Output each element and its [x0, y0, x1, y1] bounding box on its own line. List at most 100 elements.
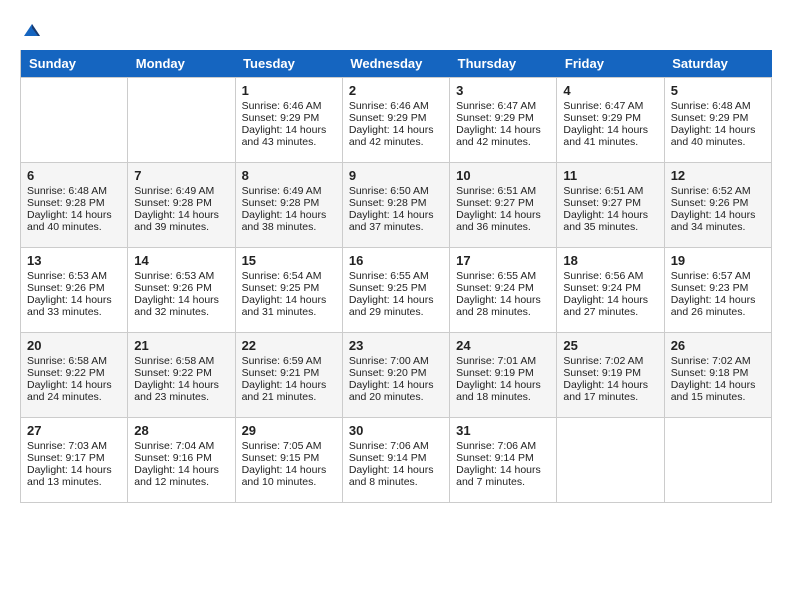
- calendar-cell: 18Sunrise: 6:56 AMSunset: 9:24 PMDayligh…: [557, 248, 664, 333]
- sunrise-text: Sunrise: 7:03 AM: [27, 440, 121, 452]
- day-number: 10: [456, 168, 550, 183]
- calendar-cell: 28Sunrise: 7:04 AMSunset: 9:16 PMDayligh…: [128, 418, 235, 503]
- sunrise-text: Sunrise: 6:47 AM: [456, 100, 550, 112]
- sunrise-text: Sunrise: 6:48 AM: [671, 100, 765, 112]
- calendar-cell: [21, 78, 128, 163]
- sunset-text: Sunset: 9:16 PM: [134, 452, 228, 464]
- daylight-text: Daylight: 14 hours and 21 minutes.: [242, 379, 336, 403]
- sunset-text: Sunset: 9:27 PM: [563, 197, 657, 209]
- sunrise-text: Sunrise: 7:01 AM: [456, 355, 550, 367]
- calendar-cell: 30Sunrise: 7:06 AMSunset: 9:14 PMDayligh…: [342, 418, 449, 503]
- column-header-tuesday: Tuesday: [235, 50, 342, 78]
- sunrise-text: Sunrise: 6:52 AM: [671, 185, 765, 197]
- day-number: 11: [563, 168, 657, 183]
- sunrise-text: Sunrise: 6:48 AM: [27, 185, 121, 197]
- calendar-cell: 27Sunrise: 7:03 AMSunset: 9:17 PMDayligh…: [21, 418, 128, 503]
- day-number: 3: [456, 83, 550, 98]
- daylight-text: Daylight: 14 hours and 35 minutes.: [563, 209, 657, 233]
- day-number: 21: [134, 338, 228, 353]
- day-number: 26: [671, 338, 765, 353]
- day-number: 6: [27, 168, 121, 183]
- daylight-text: Daylight: 14 hours and 24 minutes.: [27, 379, 121, 403]
- sunrise-text: Sunrise: 7:02 AM: [671, 355, 765, 367]
- column-header-saturday: Saturday: [664, 50, 771, 78]
- daylight-text: Daylight: 14 hours and 33 minutes.: [27, 294, 121, 318]
- sunrise-text: Sunrise: 6:55 AM: [456, 270, 550, 282]
- calendar-cell: 31 Sunrise: 7:06 AMSunset: 9:14 PMDayligh…: [450, 418, 557, 503]
- daylight-text: Daylight: 14 hours and 40 minutes.: [27, 209, 121, 233]
- day-number: 27: [27, 423, 121, 438]
- calendar-cell: 22Sunrise: 6:59 AMSunset: 9:21 PMDayligh…: [235, 333, 342, 418]
- sunset-text: Sunset: 9:29 PM: [563, 112, 657, 124]
- sunset-text: Sunset: 9:15 PM: [242, 452, 336, 464]
- daylight-text: Daylight: 14 hours and 40 minutes.: [671, 124, 765, 148]
- daylight-text: Daylight: 14 hours and 43 minutes.: [242, 124, 336, 148]
- calendar-cell: 24Sunrise: 7:01 AMSunset: 9:19 PMDayligh…: [450, 333, 557, 418]
- day-number: 2: [349, 83, 443, 98]
- header-row: SundayMondayTuesdayWednesdayThursdayFrid…: [21, 50, 772, 78]
- sunrise-text: Sunrise: 7:02 AM: [563, 355, 657, 367]
- calendar-cell: 26Sunrise: 7:02 AMSunset: 9:18 PMDayligh…: [664, 333, 771, 418]
- sunrise-text: Sunrise: 6:47 AM: [563, 100, 657, 112]
- sunset-text: Sunset: 9:29 PM: [349, 112, 443, 124]
- column-header-monday: Monday: [128, 50, 235, 78]
- calendar-cell: 2 Sunrise: 6:46 AMSunset: 9:29 PMDaylight…: [342, 78, 449, 163]
- day-number: 28: [134, 423, 228, 438]
- sunset-text: Sunset: 9:14 PM: [456, 452, 550, 464]
- daylight-text: Daylight: 14 hours and 8 minutes.: [349, 464, 443, 488]
- day-number: 15: [242, 253, 336, 268]
- sunrise-text: Sunrise: 7:04 AM: [134, 440, 228, 452]
- sunset-text: Sunset: 9:27 PM: [456, 197, 550, 209]
- calendar-cell: 11 Sunrise: 6:51 AMSunset: 9:27 PMDayligh…: [557, 163, 664, 248]
- calendar-cell: 4 Sunrise: 6:47 AMSunset: 9:29 PMDaylight…: [557, 78, 664, 163]
- sunset-text: Sunset: 9:26 PM: [671, 197, 765, 209]
- sunrise-text: Sunrise: 6:51 AM: [563, 185, 657, 197]
- calendar-cell: [128, 78, 235, 163]
- day-number: 19: [671, 253, 765, 268]
- daylight-text: Daylight: 14 hours and 37 minutes.: [349, 209, 443, 233]
- logo-icon: [22, 20, 42, 40]
- sunrise-text: Sunrise: 6:56 AM: [563, 270, 657, 282]
- day-number: 9: [349, 168, 443, 183]
- day-number: 31: [456, 423, 550, 438]
- sunset-text: Sunset: 9:25 PM: [242, 282, 336, 294]
- daylight-text: Daylight: 14 hours and 31 minutes.: [242, 294, 336, 318]
- day-number: 4: [563, 83, 657, 98]
- page-header: [20, 20, 772, 40]
- sunrise-text: Sunrise: 7:06 AM: [456, 440, 550, 452]
- sunset-text: Sunset: 9:21 PM: [242, 367, 336, 379]
- sunset-text: Sunset: 9:28 PM: [242, 197, 336, 209]
- daylight-text: Daylight: 14 hours and 7 minutes.: [456, 464, 550, 488]
- daylight-text: Daylight: 14 hours and 10 minutes.: [242, 464, 336, 488]
- sunrise-text: Sunrise: 6:46 AM: [349, 100, 443, 112]
- daylight-text: Daylight: 14 hours and 42 minutes.: [349, 124, 443, 148]
- sunrise-text: Sunrise: 6:51 AM: [456, 185, 550, 197]
- calendar-cell: 23Sunrise: 7:00 AMSunset: 9:20 PMDayligh…: [342, 333, 449, 418]
- sunset-text: Sunset: 9:28 PM: [134, 197, 228, 209]
- day-number: 5: [671, 83, 765, 98]
- sunrise-text: Sunrise: 6:58 AM: [134, 355, 228, 367]
- sunset-text: Sunset: 9:28 PM: [349, 197, 443, 209]
- daylight-text: Daylight: 14 hours and 29 minutes.: [349, 294, 443, 318]
- daylight-text: Daylight: 14 hours and 32 minutes.: [134, 294, 228, 318]
- sunset-text: Sunset: 9:26 PM: [134, 282, 228, 294]
- day-number: 29: [242, 423, 336, 438]
- day-number: 8: [242, 168, 336, 183]
- day-number: 16: [349, 253, 443, 268]
- week-row-2: 6Sunrise: 6:48 AMSunset: 9:28 PMDaylight…: [21, 163, 772, 248]
- day-number: 1: [242, 83, 336, 98]
- sunset-text: Sunset: 9:18 PM: [671, 367, 765, 379]
- logo: [20, 20, 42, 40]
- sunrise-text: Sunrise: 6:46 AM: [242, 100, 336, 112]
- calendar-cell: 5Sunrise: 6:48 AMSunset: 9:29 PMDaylight…: [664, 78, 771, 163]
- daylight-text: Daylight: 14 hours and 13 minutes.: [27, 464, 121, 488]
- daylight-text: Daylight: 14 hours and 17 minutes.: [563, 379, 657, 403]
- column-header-sunday: Sunday: [21, 50, 128, 78]
- calendar-cell: 12Sunrise: 6:52 AMSunset: 9:26 PMDayligh…: [664, 163, 771, 248]
- calendar-cell: 15 Sunrise: 6:54 AMSunset: 9:25 PMDayligh…: [235, 248, 342, 333]
- daylight-text: Daylight: 14 hours and 41 minutes.: [563, 124, 657, 148]
- sunrise-text: Sunrise: 6:57 AM: [671, 270, 765, 282]
- daylight-text: Daylight: 14 hours and 42 minutes.: [456, 124, 550, 148]
- daylight-text: Daylight: 14 hours and 39 minutes.: [134, 209, 228, 233]
- sunrise-text: Sunrise: 6:54 AM: [242, 270, 336, 282]
